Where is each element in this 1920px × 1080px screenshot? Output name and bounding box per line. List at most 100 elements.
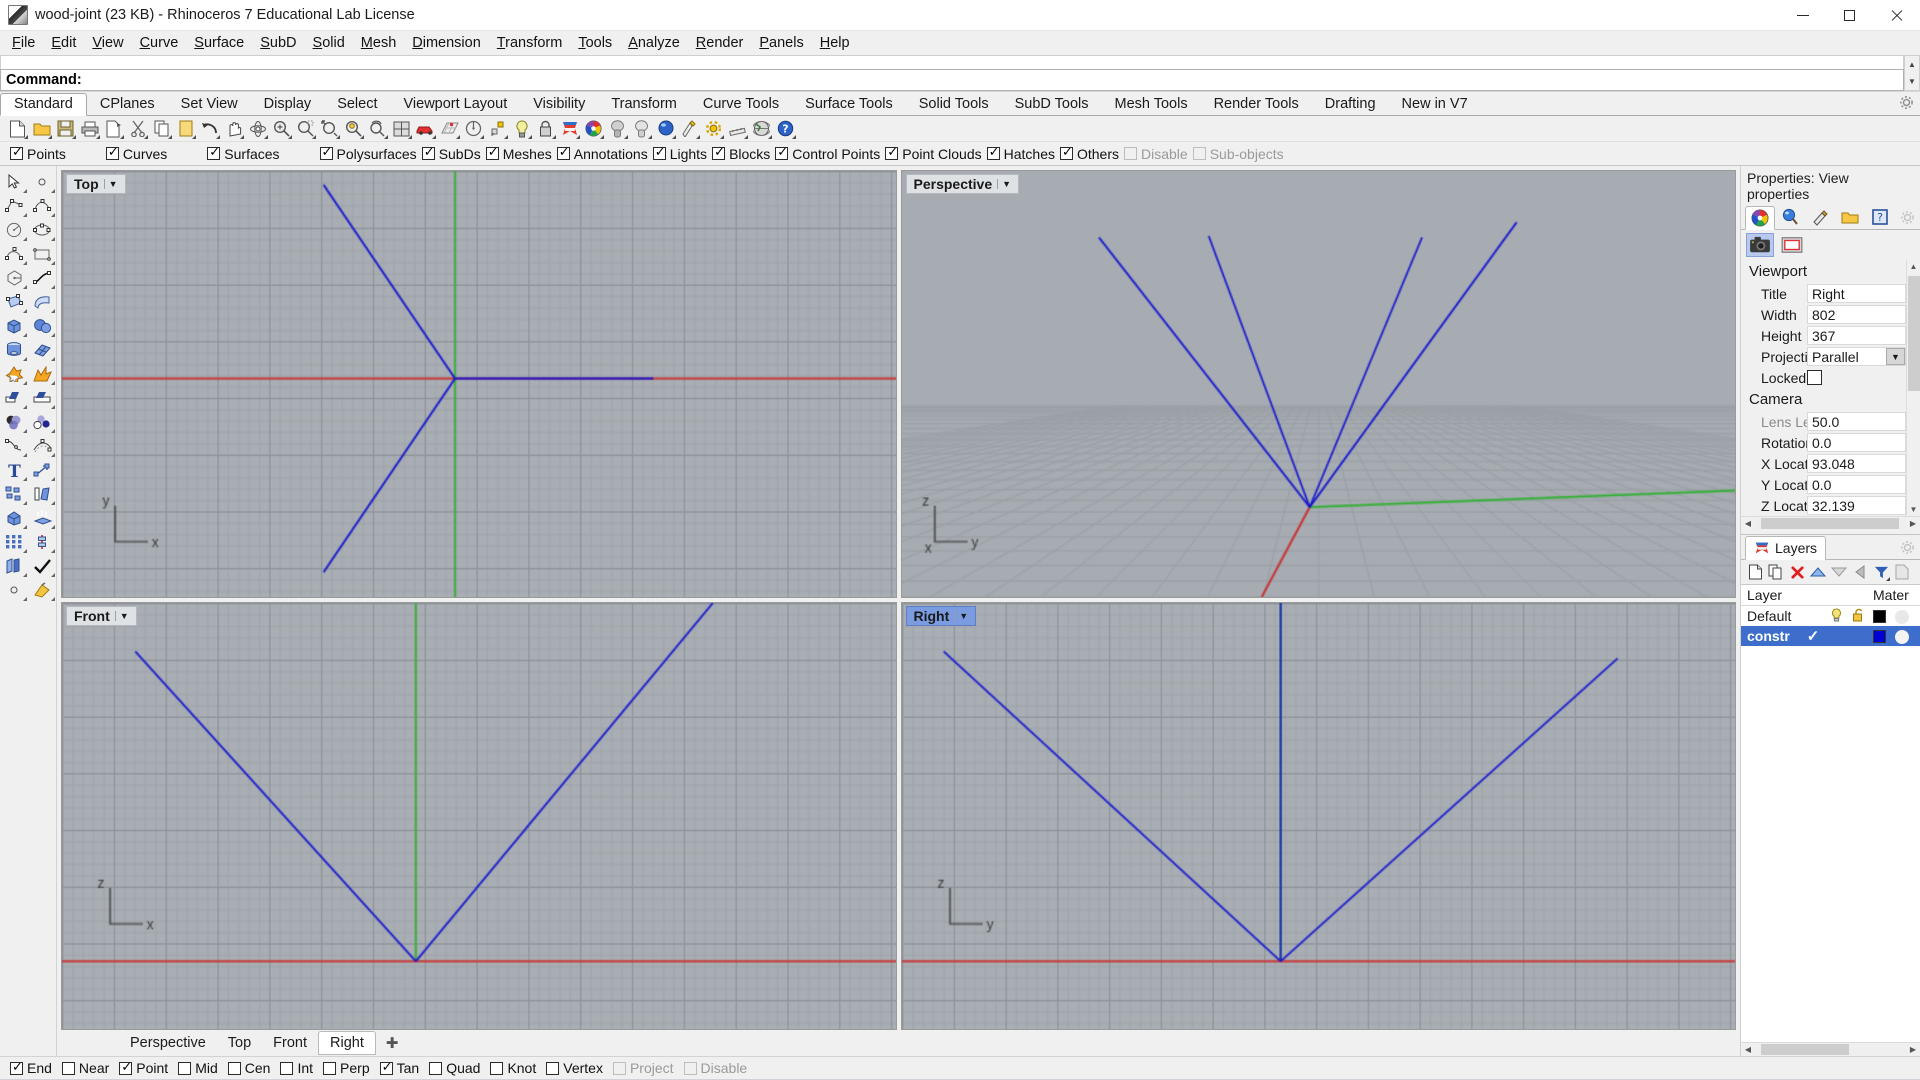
osnap-checkbox-near[interactable]: Near — [62, 1060, 109, 1076]
column-header-material[interactable]: Mater — [1869, 587, 1920, 603]
color-wheel-icon[interactable] — [582, 118, 605, 140]
tab-curve-tools[interactable]: Curve Tools — [690, 94, 792, 115]
select-arrow-icon[interactable] — [0, 170, 28, 194]
mirror-icon[interactable] — [28, 482, 56, 506]
chevron-down-icon[interactable]: ▼ — [997, 179, 1016, 189]
tab-subd-tools[interactable]: SubD Tools — [1002, 94, 1102, 115]
property-value-height[interactable]: 367 — [1807, 326, 1906, 345]
filter-checkbox-blocks[interactable]: Blocks — [712, 146, 770, 162]
osnap-checkbox-cen[interactable]: Cen — [228, 1060, 271, 1076]
menu-item-tools[interactable]: Tools — [570, 33, 620, 53]
menu-item-render[interactable]: Render — [688, 33, 752, 53]
zoom-in-icon[interactable] — [270, 118, 293, 140]
layer-color-swatch[interactable] — [1873, 630, 1886, 643]
open-folder-icon[interactable] — [30, 118, 53, 140]
curve-icon[interactable] — [28, 194, 56, 218]
copy-object-icon[interactable] — [0, 554, 28, 578]
move-left-icon[interactable] — [1851, 563, 1869, 581]
menu-item-file[interactable]: File — [4, 33, 43, 53]
shade-icon[interactable] — [0, 578, 28, 602]
property-value-ylocati[interactable]: 0.0 — [1807, 475, 1906, 494]
filter-checkbox-annotations[interactable]: Annotations — [557, 146, 648, 162]
filter-checkbox-surfaces[interactable]: Surfaces — [207, 146, 279, 162]
property-combo-projecti[interactable]: Parallel▼ — [1807, 347, 1906, 366]
options-gear-icon[interactable] — [702, 118, 725, 140]
maximize-button[interactable] — [1826, 0, 1873, 31]
layer-color-cell[interactable] — [1869, 608, 1920, 624]
tab-standard[interactable]: Standard — [0, 93, 87, 116]
layer-color-cell[interactable] — [1869, 628, 1920, 644]
print-icon[interactable] — [78, 118, 101, 140]
properties-tab-material[interactable] — [1775, 205, 1805, 229]
osnap-checkbox-point[interactable]: Point — [119, 1060, 168, 1076]
tab-transform[interactable]: Transform — [598, 94, 690, 115]
filter-checkbox-sub-objects[interactable]: Sub-objects — [1193, 146, 1284, 162]
viewport-tab-top[interactable]: Top — [217, 1032, 262, 1054]
properties-hscrollbar[interactable]: ◀ ▶ — [1741, 516, 1920, 530]
menu-item-panels[interactable]: Panels — [751, 33, 811, 53]
tab-drafting[interactable]: Drafting — [1312, 94, 1389, 115]
move-down-icon[interactable] — [1830, 563, 1848, 581]
light-icon[interactable] — [510, 118, 533, 140]
measure-icon[interactable] — [726, 118, 749, 140]
layer-material-swatch[interactable] — [1895, 630, 1909, 644]
filter-checkbox-disable[interactable]: Disable — [1124, 146, 1188, 162]
extrude-surface-icon[interactable] — [28, 506, 56, 530]
undo-icon[interactable] — [198, 118, 221, 140]
scroll-left-icon[interactable]: ◀ — [1741, 519, 1755, 528]
cut-icon[interactable] — [126, 118, 149, 140]
scroll-down-icon[interactable]: ▼ — [1905, 73, 1919, 90]
pan-icon[interactable] — [222, 118, 245, 140]
filter-checkbox-lights[interactable]: Lights — [653, 146, 707, 162]
ellipse-icon[interactable] — [28, 218, 56, 242]
tab-render-tools[interactable]: Render Tools — [1201, 94, 1312, 115]
layer-current-cell[interactable]: ✓ — [1801, 627, 1825, 645]
save-icon[interactable] — [54, 118, 77, 140]
viewport-label-perspective[interactable]: Perspective ▼ — [906, 174, 1020, 194]
viewport-label-top[interactable]: Top ▼ — [66, 174, 126, 194]
menu-item-curve[interactable]: Curve — [132, 33, 187, 53]
dimension-icon[interactable] — [28, 458, 56, 482]
boolean-circles-icon[interactable] — [28, 410, 56, 434]
hscrollbar-thumb[interactable] — [1761, 1044, 1849, 1055]
viewport-tab-right[interactable]: Right — [318, 1031, 376, 1055]
properties-tab-object[interactable] — [1745, 206, 1775, 230]
property-value-width[interactable]: 802 — [1807, 305, 1906, 324]
rotate-view-icon[interactable] — [246, 118, 269, 140]
scale-icon[interactable] — [28, 530, 56, 554]
grid-icon[interactable] — [438, 118, 461, 140]
render-preview-icon[interactable] — [606, 118, 629, 140]
properties-page-icon[interactable] — [1893, 563, 1911, 581]
boolean-explode-icon[interactable] — [28, 362, 56, 386]
curve-blend-icon[interactable] — [28, 266, 56, 290]
property-value-title[interactable]: Right — [1807, 284, 1906, 303]
property-value-rotation[interactable]: 0.0 — [1807, 433, 1906, 452]
arc-icon[interactable] — [0, 242, 28, 266]
scroll-left-icon[interactable]: ◀ — [1741, 1045, 1755, 1054]
circle-tool-icon[interactable] — [462, 118, 485, 140]
split-icon[interactable] — [28, 386, 56, 410]
property-value-lensle[interactable]: 50.0 — [1807, 412, 1906, 431]
tab-select[interactable]: Select — [324, 94, 390, 115]
layer-lock-cell[interactable] — [1847, 608, 1869, 625]
render-globe-icon[interactable] — [750, 118, 773, 140]
tab-viewport-layout[interactable]: Viewport Layout — [391, 94, 521, 115]
minimize-button[interactable] — [1779, 0, 1826, 31]
shade-icon[interactable] — [630, 118, 653, 140]
scroll-right-icon[interactable]: ▶ — [1906, 519, 1920, 528]
menu-item-view[interactable]: View — [84, 33, 131, 53]
surface-sweep-icon[interactable] — [28, 290, 56, 314]
tab-cplanes[interactable]: CPlanes — [87, 94, 168, 115]
scroll-up-icon[interactable]: ▲ — [1910, 262, 1918, 271]
scrollbar-thumb[interactable] — [1908, 276, 1920, 391]
osnap-checkbox-vertex[interactable]: Vertex — [546, 1060, 603, 1076]
osnap-checkbox-mid[interactable]: Mid — [178, 1060, 218, 1076]
fillet-icon[interactable] — [0, 434, 28, 458]
command-scrollbar[interactable]: ▲ ▼ — [1904, 55, 1920, 91]
viewport-label-right[interactable]: Right ▼ — [906, 606, 977, 626]
close-button[interactable] — [1873, 0, 1920, 31]
zoom-window-icon[interactable] — [318, 118, 341, 140]
sphere-icon[interactable] — [28, 314, 56, 338]
tab-new-in-v7[interactable]: New in V7 — [1389, 94, 1481, 115]
viewport-top[interactable]: Top ▼ — [61, 170, 897, 598]
